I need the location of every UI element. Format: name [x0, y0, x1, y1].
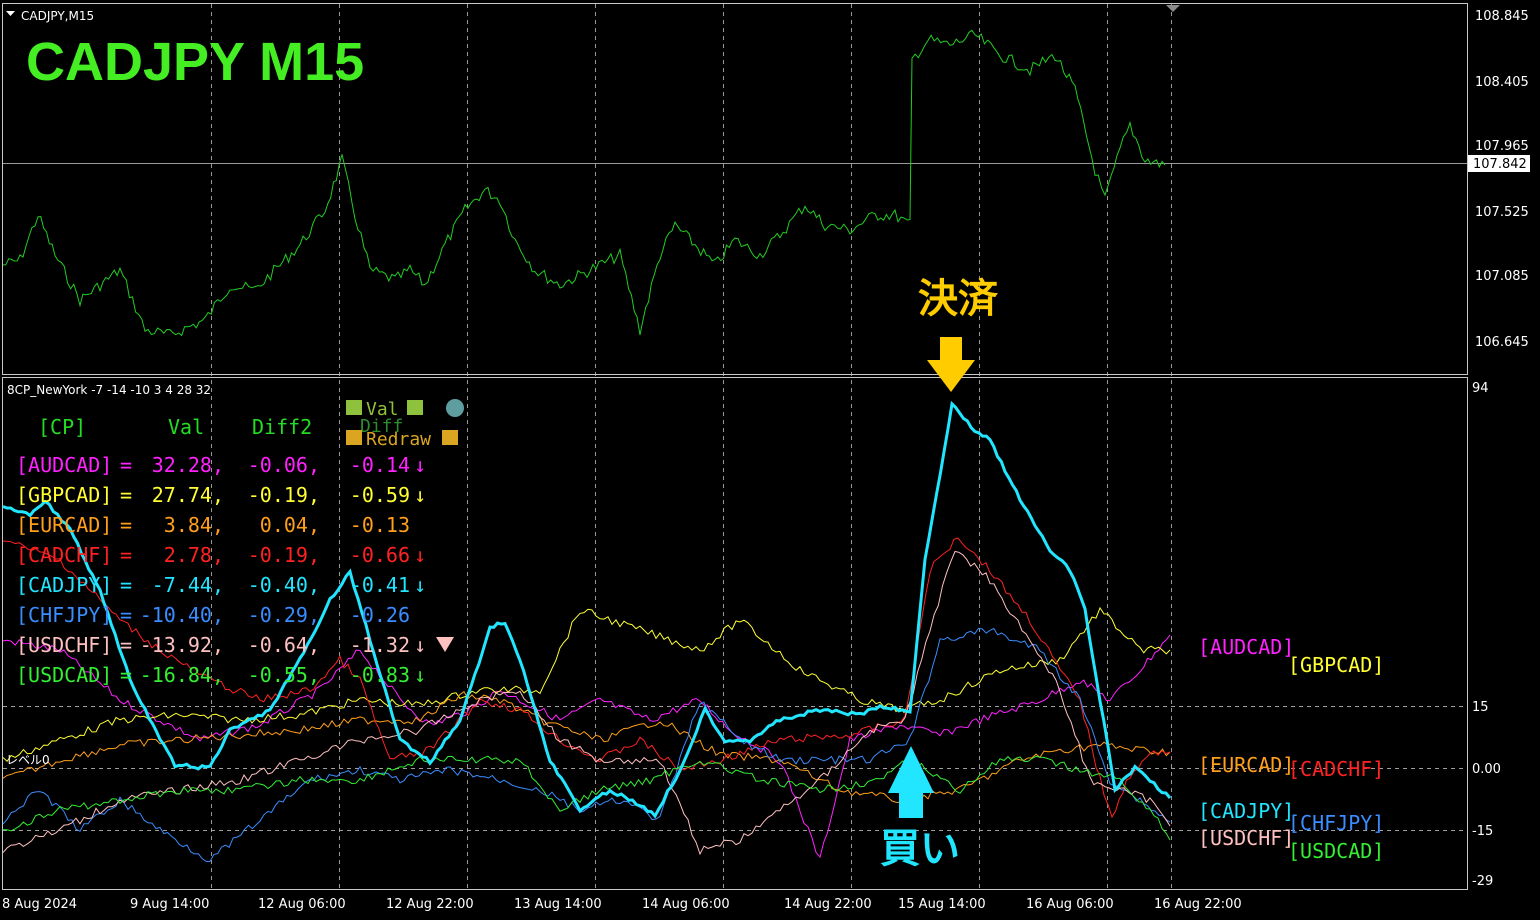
table-cell-pair: [CHFJPY] — [16, 603, 112, 627]
table-cell-eq: = — [120, 453, 132, 477]
ind-tick: -15 — [1472, 824, 1493, 839]
price-tick: 108.845 — [1475, 9, 1529, 24]
right-label: [AUDCAD] — [1198, 635, 1294, 659]
table-cell-val: 32.28, — [152, 453, 224, 477]
table-cell-diff: -0.41 — [350, 573, 410, 597]
table-cell-eq: = — [120, 483, 132, 507]
table-cell-pair: [GBPCAD] — [16, 483, 112, 507]
table-cell-val: -13.92, — [140, 633, 224, 657]
table-cell-diff: -0.26 — [350, 603, 410, 627]
table-cell-pair: [USDCHF] — [16, 633, 112, 657]
time-tick: 8 Aug 2024 — [2, 897, 77, 912]
val-button-right-square[interactable] — [407, 400, 423, 415]
table-cell-diff2: 0.04, — [260, 513, 320, 537]
redraw-button[interactable]: Redraw — [366, 429, 431, 450]
right-label: [CADJPY] — [1198, 799, 1294, 823]
level-label: レベル0 — [6, 753, 50, 767]
ind-tick: 94 — [1472, 381, 1489, 396]
table-cell-arrow: ↓ — [414, 483, 426, 507]
current-price-label: 107.842 — [1473, 157, 1527, 172]
time-tick: 14 Aug 22:00 — [784, 897, 872, 912]
header-val: Val — [168, 415, 204, 439]
table-cell-diff: -0.66 — [350, 543, 410, 567]
table-cell-diff2: -0.40, — [248, 573, 320, 597]
table-cell-diff2: -0.19, — [248, 543, 320, 567]
right-label: [USDCHF] — [1198, 826, 1294, 850]
time-tick: 16 Aug 06:00 — [1026, 897, 1114, 912]
table-cell-diff2: -0.19, — [248, 483, 320, 507]
indicator-name: 8CP_NewYork -7 -14 -10 3 4 28 32 — [7, 383, 211, 397]
settle-label: 決済 — [918, 276, 999, 322]
right-label: [USDCAD] — [1288, 839, 1384, 863]
header-diff2: Diff2 — [252, 415, 312, 439]
time-tick: 14 Aug 06:00 — [642, 897, 730, 912]
redraw-button-left-square[interactable] — [346, 430, 362, 445]
buy-label: 買い — [880, 826, 960, 872]
table-cell-arrow: ↓ — [414, 663, 426, 687]
table-cell-diff2: -0.29, — [248, 603, 320, 627]
table-cell-diff2: -0.55, — [248, 663, 320, 687]
right-label: [EURCAD] — [1198, 753, 1294, 777]
right-label: [CHFJPY] — [1288, 811, 1384, 835]
window-title: CADJPY,M15 — [21, 9, 94, 23]
table-cell-diff: -0.13 — [350, 513, 410, 537]
price-tick: 107.965 — [1475, 139, 1529, 154]
table-header: [CP] Val Diff2 — [38, 415, 312, 439]
table-cell-val: 2.78, — [164, 543, 224, 567]
table-cell-val: 3.84, — [164, 513, 224, 537]
table-cell-eq: = — [120, 543, 132, 567]
table-cell-arrow: ↓ — [414, 573, 426, 597]
table-cell-eq: = — [120, 603, 132, 627]
table-cell-diff: -0.59 — [350, 483, 410, 507]
table-cell-arrow: ↓ — [414, 453, 426, 477]
table-cell-pair: [CADJPY] — [16, 573, 112, 597]
table-cell-pair: [EURCAD] — [16, 513, 112, 537]
table-cell-diff2: -0.64, — [248, 633, 320, 657]
val-button-left-square[interactable] — [346, 400, 362, 415]
table-cell-eq: = — [120, 663, 132, 687]
redraw-button-right-square[interactable] — [442, 430, 458, 445]
price-tick: 108.405 — [1475, 75, 1529, 90]
toggle-circle-icon[interactable] — [446, 399, 464, 417]
table-cell-val: -7.44, — [152, 573, 224, 597]
table-cell-pair: [AUDCAD] — [16, 453, 112, 477]
table-cell-pair: [CADCHF] — [16, 543, 112, 567]
time-tick: 12 Aug 06:00 — [258, 897, 346, 912]
trading-chart[interactable]: 108.845 108.405 107.965 107.525 107.085 … — [0, 0, 1540, 920]
header-cp: [CP] — [38, 415, 86, 439]
big-title: CADJPY M15 — [26, 32, 364, 92]
time-tick: 15 Aug 14:00 — [898, 897, 986, 912]
time-tick: 12 Aug 22:00 — [386, 897, 474, 912]
time-tick: 16 Aug 22:00 — [1154, 897, 1242, 912]
ind-tick: -29 — [1472, 874, 1493, 889]
table-cell-diff2: -0.06, — [248, 453, 320, 477]
ind-tick: 15 — [1472, 700, 1489, 715]
right-label: [CADCHF] — [1288, 757, 1384, 781]
table-cell-val: -16.84, — [140, 663, 224, 687]
table-cell-eq: = — [120, 513, 132, 537]
price-tick: 107.085 — [1475, 269, 1529, 284]
table-cell-arrow: ↓ — [414, 633, 426, 657]
table-cell-val: -10.40, — [140, 603, 224, 627]
table-cell-arrow: ↓ — [414, 543, 426, 567]
time-tick: 13 Aug 14:00 — [514, 897, 602, 912]
table-cell-diff: -0.14 — [350, 453, 410, 477]
table-cell-pair: [USDCAD] — [16, 663, 112, 687]
price-tick: 106.645 — [1475, 335, 1529, 350]
table-cell-eq: = — [120, 573, 132, 597]
time-tick: 9 Aug 14:00 — [130, 897, 209, 912]
table-cell-val: 27.74, — [152, 483, 224, 507]
right-label: [GBPCAD] — [1288, 653, 1384, 677]
price-tick: 107.525 — [1475, 205, 1529, 220]
table-cell-diff: -0.83 — [350, 663, 410, 687]
ind-tick: 0.00 — [1472, 762, 1501, 777]
table-cell-diff: -1.32 — [350, 633, 410, 657]
table-cell-eq: = — [120, 633, 132, 657]
